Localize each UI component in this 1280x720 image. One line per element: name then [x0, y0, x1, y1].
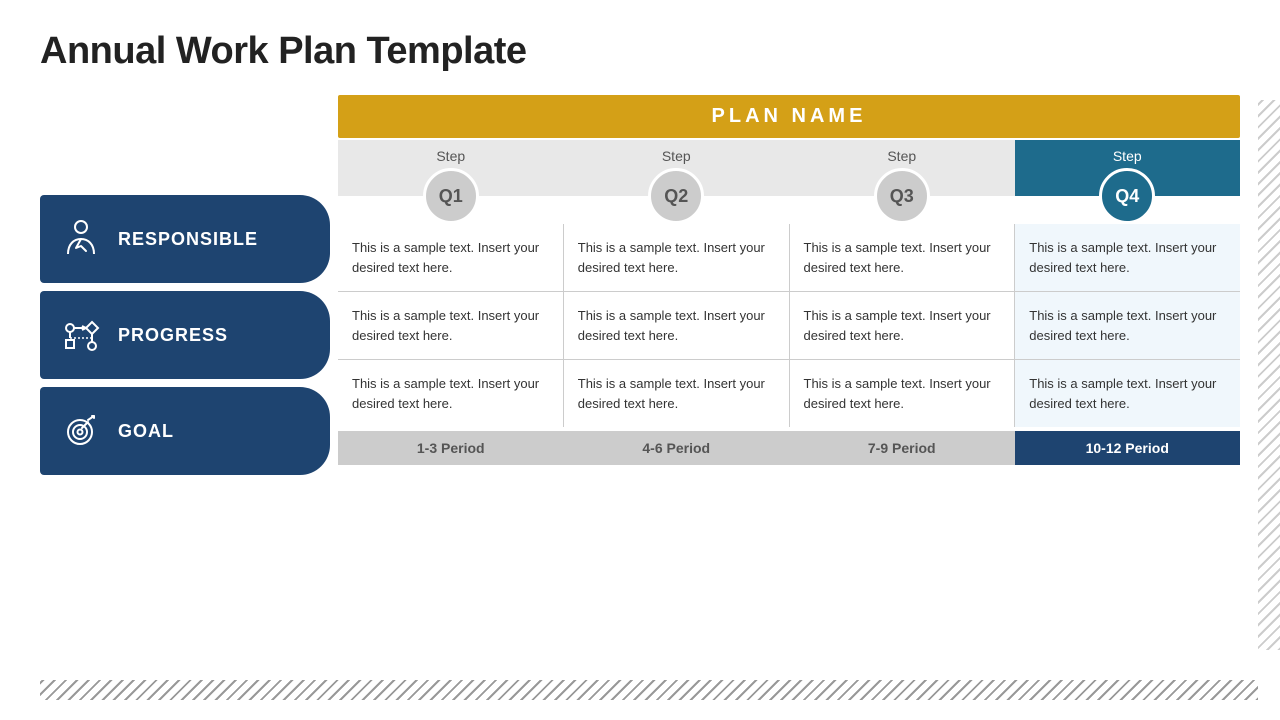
period-4: 10-12 Period — [1015, 431, 1241, 465]
cell-r1-c2: This is a sample text. Insert your desir… — [564, 224, 790, 291]
step-q1: Step Q1 — [338, 140, 564, 196]
main-container: RESPONSIBLE — [40, 95, 1240, 479]
step-label-q4: Step — [1113, 148, 1142, 164]
sidebar-item-goal: GOAL — [40, 387, 330, 475]
content-area: PLAN NAME Step Q1 Step Q2 Step Q3 Step Q… — [338, 95, 1240, 479]
steps-row: Step Q1 Step Q2 Step Q3 Step Q4 — [338, 140, 1240, 196]
data-row-progress: This is a sample text. Insert your desir… — [338, 292, 1240, 360]
goal-label: GOAL — [118, 421, 174, 442]
page: Annual Work Plan Template RESPONSIBLE — [0, 0, 1280, 720]
cell-r2-c2: This is a sample text. Insert your desir… — [564, 292, 790, 359]
step-circle-q4: Q4 — [1099, 168, 1155, 224]
cell-r2-c1: This is a sample text. Insert your desir… — [338, 292, 564, 359]
target-icon — [58, 408, 104, 454]
step-label-q1: Step — [436, 148, 465, 164]
sidebar-item-progress: PROGRESS — [40, 291, 330, 379]
period-1: 1-3 Period — [338, 431, 564, 465]
data-row-responsible: This is a sample text. Insert your desir… — [338, 224, 1240, 292]
cell-r2-c3: This is a sample text. Insert your desir… — [790, 292, 1016, 359]
plan-header: PLAN NAME — [338, 95, 1240, 138]
cell-r1-c4: This is a sample text. Insert your desir… — [1015, 224, 1240, 291]
stripe-right-decoration — [1258, 100, 1280, 650]
page-title: Annual Work Plan Template — [40, 30, 1240, 73]
stripe-bottom-decoration — [40, 680, 1258, 700]
period-row: 1-3 Period 4-6 Period 7-9 Period 10-12 P… — [338, 431, 1240, 465]
step-circle-q1: Q1 — [423, 168, 479, 224]
step-circle-q3: Q3 — [874, 168, 930, 224]
step-circle-q2: Q2 — [648, 168, 704, 224]
step-q4: Step Q4 — [1015, 140, 1241, 196]
data-rows: This is a sample text. Insert your desir… — [338, 224, 1240, 427]
sidebar-item-responsible: RESPONSIBLE — [40, 195, 330, 283]
sidebar: RESPONSIBLE — [40, 195, 330, 479]
progress-label: PROGRESS — [118, 325, 228, 346]
data-row-goal: This is a sample text. Insert your desir… — [338, 360, 1240, 427]
cell-r3-c3: This is a sample text. Insert your desir… — [790, 360, 1016, 427]
step-q3: Step Q3 — [789, 140, 1015, 196]
step-q2: Step Q2 — [564, 140, 790, 196]
responsible-label: RESPONSIBLE — [118, 229, 258, 250]
cell-r2-c4: This is a sample text. Insert your desir… — [1015, 292, 1240, 359]
cell-r1-c3: This is a sample text. Insert your desir… — [790, 224, 1016, 291]
period-3: 7-9 Period — [789, 431, 1015, 465]
cell-r1-c1: This is a sample text. Insert your desir… — [338, 224, 564, 291]
arrows-icon — [58, 312, 104, 358]
cell-r3-c2: This is a sample text. Insert your desir… — [564, 360, 790, 427]
cell-r3-c1: This is a sample text. Insert your desir… — [338, 360, 564, 427]
step-label-q2: Step — [662, 148, 691, 164]
period-2: 4-6 Period — [564, 431, 790, 465]
step-label-q3: Step — [887, 148, 916, 164]
cell-r3-c4: This is a sample text. Insert your desir… — [1015, 360, 1240, 427]
person-icon — [58, 216, 104, 262]
